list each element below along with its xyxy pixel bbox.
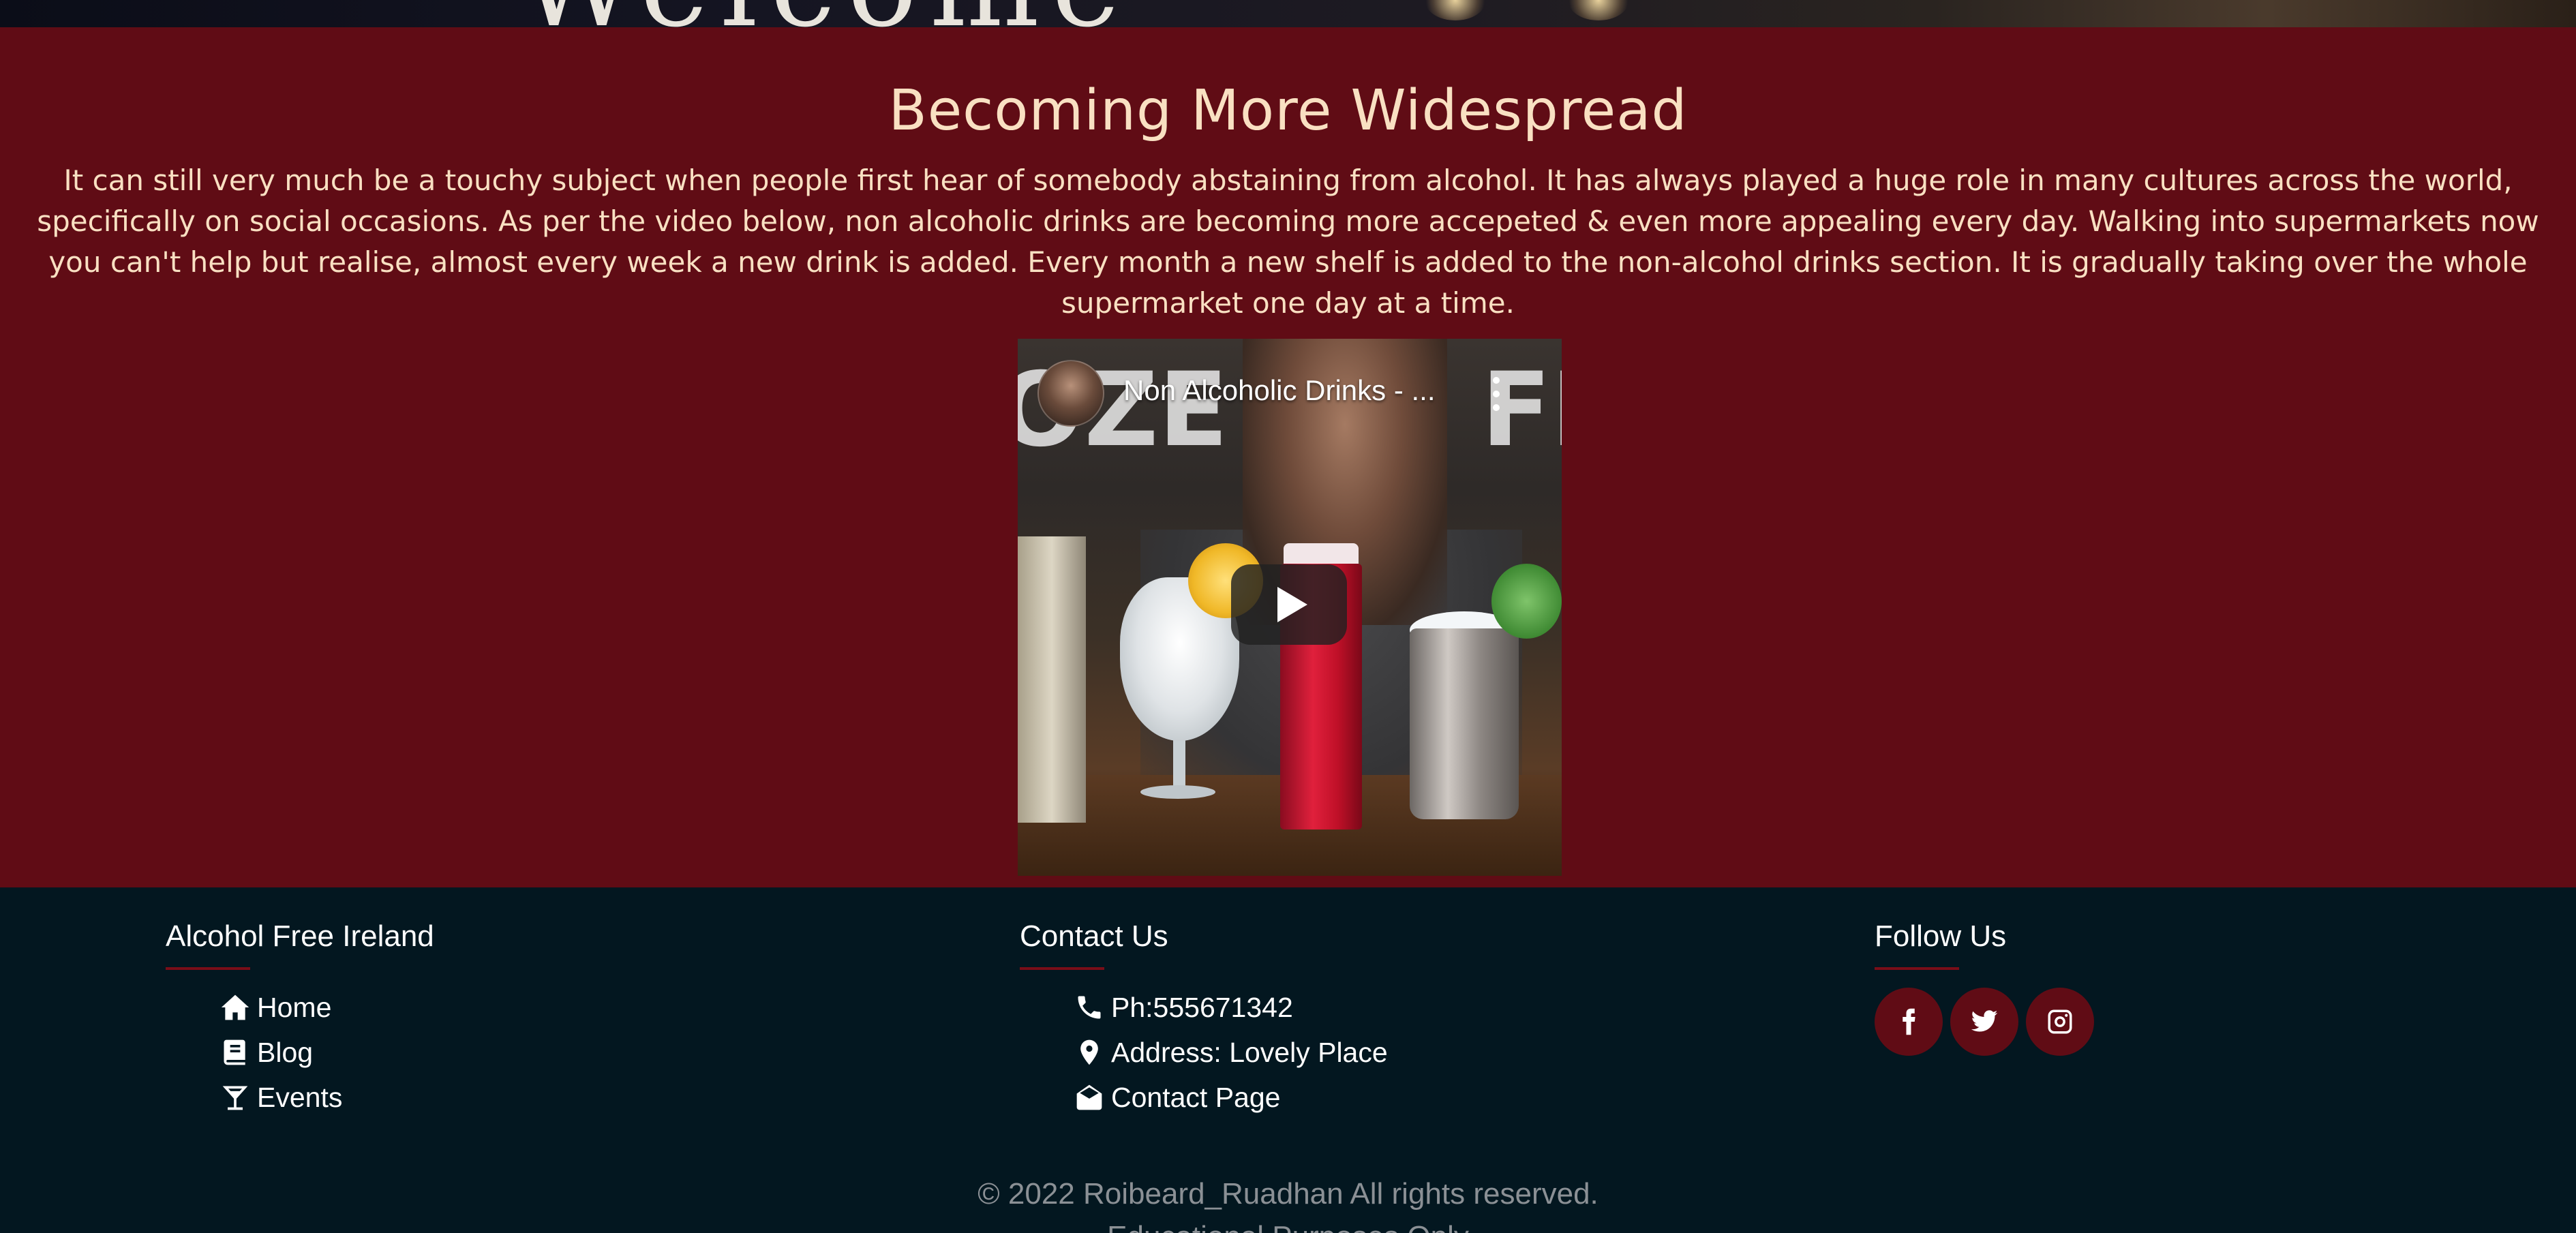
footer-contact-column: Contact Us Ph:555671342 Address: Lovely … [1020, 919, 1388, 1120]
instagram-icon [2048, 1009, 2072, 1034]
phone-icon [1078, 996, 1101, 1019]
disclaimer-text: Educational Purposes Only [0, 1220, 2576, 1233]
envelope-open-icon [1076, 1084, 1102, 1110]
glass-stem [1173, 734, 1185, 789]
footer-contact-heading: Contact Us [1020, 919, 1168, 953]
cocktail-icon [222, 1086, 248, 1110]
contact-label: Ph:555671342 [1111, 991, 1293, 1023]
footer-link-label: Home [257, 991, 332, 1023]
footer-link-events[interactable]: Events [220, 1075, 434, 1120]
heading-underline [1020, 967, 1104, 970]
metal-cup [1410, 628, 1519, 819]
contact-phone[interactable]: Ph:555671342 [1074, 985, 1388, 1030]
footer-follow-column: Follow Us [1875, 919, 2094, 1056]
video-embed[interactable]: OZE FI Non Alcoholic Drinks - ... [1018, 339, 1562, 876]
play-icon[interactable] [1231, 564, 1347, 645]
content-section: Becoming More Widespread It can still ve… [0, 27, 2576, 887]
map-pin-icon [1080, 1039, 1098, 1065]
footer-brand-column: Alcohol Free Ireland Home Blog Events [166, 919, 434, 1120]
contact-page-link[interactable]: Contact Page [1074, 1075, 1388, 1120]
contact-address[interactable]: Address: Lovely Place [1074, 1030, 1388, 1075]
twitter-icon [1971, 1010, 1998, 1032]
mint-garnish [1491, 564, 1562, 639]
heading-underline [1875, 967, 1959, 970]
avatar[interactable] [1037, 360, 1104, 427]
light-glow [1568, 0, 1629, 20]
contact-label: Contact Page [1111, 1081, 1281, 1113]
footer-link-home[interactable]: Home [220, 985, 434, 1030]
footer-link-label: Events [257, 1081, 343, 1113]
book-icon [224, 1039, 245, 1065]
footer-follow-heading: Follow Us [1875, 919, 2007, 953]
twitter-button[interactable] [1950, 988, 2018, 1056]
heading-underline [166, 967, 250, 970]
footer-link-blog[interactable]: Blog [220, 1030, 434, 1075]
section-heading: Becoming More Widespread [888, 78, 1688, 143]
instagram-button[interactable] [2026, 988, 2094, 1056]
light-glow [1425, 0, 1486, 20]
contact-label: Address: Lovely Place [1111, 1036, 1388, 1068]
footer: Alcohol Free Ireland Home Blog Events Co… [0, 887, 2576, 1233]
facebook-button[interactable] [1875, 988, 1943, 1056]
copyright-text: © 2022 Roibeard_Ruadhan All rights reser… [978, 1177, 1598, 1211]
facebook-icon [1903, 1008, 1915, 1035]
kebab-menu-icon[interactable] [1488, 377, 1504, 411]
glass-base [1140, 785, 1215, 799]
video-title[interactable]: Non Alcoholic Drinks - ... [1123, 374, 1464, 407]
section-paragraph: It can still very much be a touchy subje… [37, 164, 2539, 320]
home-icon [221, 994, 249, 1020]
hero-banner: Welcome [0, 0, 2576, 27]
footer-link-label: Blog [257, 1036, 314, 1068]
footer-brand-heading: Alcohol Free Ireland [166, 919, 434, 953]
hero-title: Welcome [518, 0, 1132, 27]
glass-left [1018, 536, 1086, 823]
